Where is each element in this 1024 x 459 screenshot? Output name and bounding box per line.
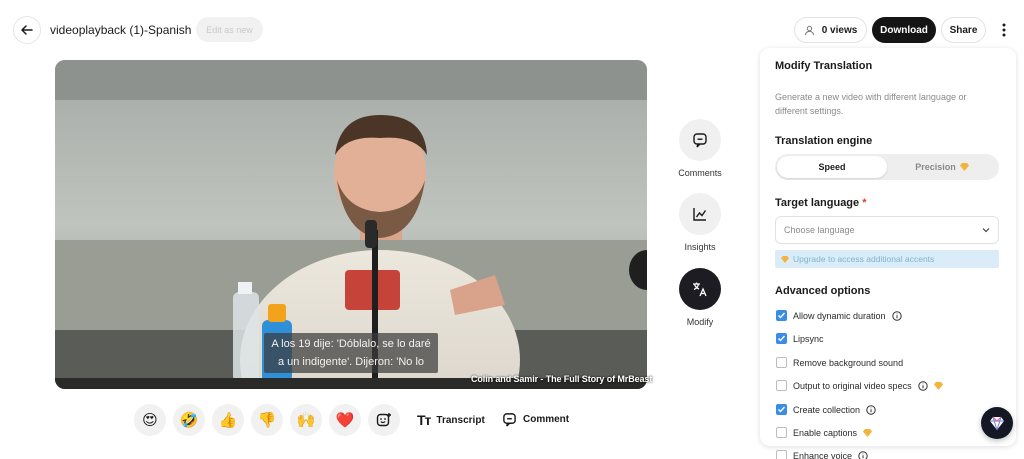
option-label: Enable captions [793, 427, 858, 438]
back-button[interactable] [13, 16, 41, 44]
option-label: Lipsync [793, 333, 824, 344]
video-subtitle: A los 19 dije: 'Dóblalo, se lo daré a un… [264, 333, 438, 373]
chevron-down-icon [982, 228, 990, 233]
option-label: Output to original video specs [793, 380, 912, 391]
comments-label: Comments [678, 168, 722, 178]
diamond-icon [959, 163, 969, 171]
more-options-button[interactable] [994, 18, 1014, 42]
engine-toggle: Speed Precision [775, 154, 999, 180]
transcript-label: Transcript [436, 414, 485, 426]
subtitle-line-2: a un indigente'. Dijeron: 'No lo [277, 356, 425, 368]
gem-icon [990, 416, 1004, 431]
reaction-bar: 😍 🤣 👍 👎 🙌 ❤️ [134, 404, 400, 436]
option-label: Remove background sound [793, 357, 904, 368]
translate-icon [693, 282, 707, 297]
option-lipsync[interactable]: Lipsync [776, 333, 824, 344]
option-create-collection[interactable]: Create collection [776, 404, 876, 415]
modify-label: Modify [686, 317, 714, 327]
option-remove-background[interactable]: Remove background sound [776, 357, 903, 368]
info-icon[interactable] [917, 380, 928, 391]
comments-action[interactable]: Comments [670, 119, 730, 178]
comments-action-circle[interactable] [679, 119, 721, 161]
option-label: Allow dynamic duration [793, 310, 886, 321]
reaction-heart-eyes[interactable]: 😍 [134, 404, 166, 436]
add-reaction-button[interactable] [368, 404, 400, 436]
check-icon [778, 312, 786, 319]
diamond-icon [863, 428, 873, 437]
panel-title: Modify Translation [775, 60, 873, 72]
info-icon[interactable] [866, 404, 876, 415]
text-size-icon: Tт [417, 412, 431, 428]
upgrade-text: Upgrade to access additional accents [793, 254, 935, 264]
share-button[interactable]: Share [941, 17, 986, 43]
info-icon[interactable] [858, 450, 868, 459]
check-icon [778, 335, 786, 342]
language-select[interactable]: Choose language [775, 216, 999, 244]
checkbox-dynamic-duration[interactable] [776, 310, 787, 321]
option-enhance-voice[interactable]: Enhance voice [776, 450, 868, 459]
chart-icon [693, 208, 707, 221]
engine-speed-option[interactable]: Speed [777, 156, 887, 178]
modify-action-circle[interactable] [679, 268, 721, 310]
add-emoji-icon [376, 413, 391, 427]
required-marker: * [862, 197, 867, 209]
checkbox-enable-captions[interactable] [776, 427, 787, 438]
comment-icon [503, 413, 516, 427]
check-icon [778, 406, 786, 413]
language-select-placeholder: Choose language [784, 225, 855, 235]
transcript-button[interactable]: Tт Transcript [417, 412, 485, 428]
option-label: Create collection [793, 404, 861, 415]
modify-action[interactable]: Modify [670, 268, 730, 327]
target-language-label: Target language [775, 197, 860, 209]
reaction-raised-hands[interactable]: 🙌 [290, 404, 322, 436]
option-original-specs[interactable]: Output to original video specs [776, 380, 943, 391]
upgrade-accents-banner[interactable]: Upgrade to access additional accents [775, 250, 999, 268]
views-button[interactable]: 0 views [794, 17, 867, 43]
views-count: 0 views [821, 24, 858, 36]
checkbox-enhance-voice[interactable] [776, 450, 787, 459]
comment-button[interactable]: Comment [502, 412, 569, 427]
engine-title: Translation engine [775, 135, 873, 147]
subtitle-line-1: A los 19 dije: 'Dóblalo, se lo daré [271, 338, 431, 350]
engine-precision-option[interactable]: Precision [887, 156, 997, 178]
more-vertical-icon [1002, 23, 1006, 37]
assistant-fab-button[interactable] [981, 407, 1013, 439]
option-dynamic-duration[interactable]: Allow dynamic duration [776, 310, 902, 321]
download-button[interactable]: Download [872, 17, 936, 43]
reaction-thumbs-up[interactable]: 👍 [212, 404, 244, 436]
checkbox-remove-background[interactable] [776, 357, 787, 368]
comment-label: Comment [523, 414, 570, 425]
reaction-thumbs-down[interactable]: 👎 [251, 404, 283, 436]
arrow-left-icon [21, 25, 33, 35]
insights-action[interactable]: Insights [670, 193, 730, 252]
info-icon[interactable] [891, 310, 902, 321]
reaction-laughing[interactable]: 🤣 [173, 404, 205, 436]
insights-label: Insights [684, 242, 716, 252]
insights-action-circle[interactable] [679, 193, 721, 235]
video-title: videoplayback (1)-Spanish [50, 23, 192, 37]
edit-as-new-button[interactable]: Edit as new [196, 17, 263, 42]
modify-translation-panel: Modify Translation Generate a new video … [760, 48, 1016, 446]
reaction-heart[interactable]: ❤️ [329, 404, 361, 436]
user-icon [804, 25, 814, 35]
checkbox-original-specs[interactable] [776, 380, 787, 391]
diamond-icon [781, 255, 789, 263]
comment-icon [693, 133, 707, 148]
panel-description: Generate a new video with different lang… [775, 92, 967, 116]
engine-precision-label: Precision [915, 162, 956, 172]
checkbox-create-collection[interactable] [776, 404, 787, 415]
video-watermark: Colin and Samir - The Full Story of MrBe… [471, 374, 653, 384]
checkbox-lipsync[interactable] [776, 333, 787, 344]
option-enable-captions[interactable]: Enable captions [776, 427, 873, 438]
advanced-options-title: Advanced options [775, 285, 871, 297]
diamond-icon [933, 381, 943, 390]
option-label: Enhance voice [793, 450, 853, 459]
target-language-title: Target language * [775, 197, 867, 209]
